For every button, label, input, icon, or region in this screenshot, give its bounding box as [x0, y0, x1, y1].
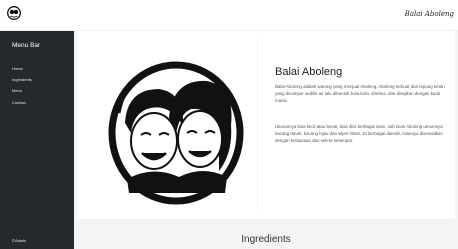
sidebar-item-ingredients[interactable]: Ingredients [12, 77, 32, 82]
logo-icon[interactable] [7, 6, 21, 20]
card-divider [257, 39, 258, 209]
sidebar: Menu Bar Home Ingredients Menu Contact ©… [0, 31, 74, 249]
page-title: Balai Aboleng [275, 66, 343, 78]
about-paragraph-1: Balai Aboleng adalah warung yang menjual… [275, 84, 445, 103]
sidebar-footer: ©Admin [12, 238, 27, 243]
main-content: Balai Aboleng Balai Aboleng adalah warun… [74, 31, 458, 249]
brand-name[interactable]: Balai Aboleng [405, 10, 454, 18]
sidebar-item-contact[interactable]: Contact [12, 100, 26, 105]
portrait-illustration [108, 61, 244, 205]
sidebar-item-home[interactable]: Home [12, 66, 23, 71]
about-paragraph-2: Ukurannya bisa kecil atau besar, bisa di… [275, 124, 443, 143]
about-card: Balai Aboleng Balai Aboleng adalah warun… [77, 31, 455, 219]
top-navbar: Balai Aboleng [0, 0, 458, 31]
ingredients-heading: Ingredients [241, 234, 291, 245]
sidebar-title: Menu Bar [12, 42, 41, 49]
sidebar-item-menu[interactable]: Menu [12, 88, 22, 93]
